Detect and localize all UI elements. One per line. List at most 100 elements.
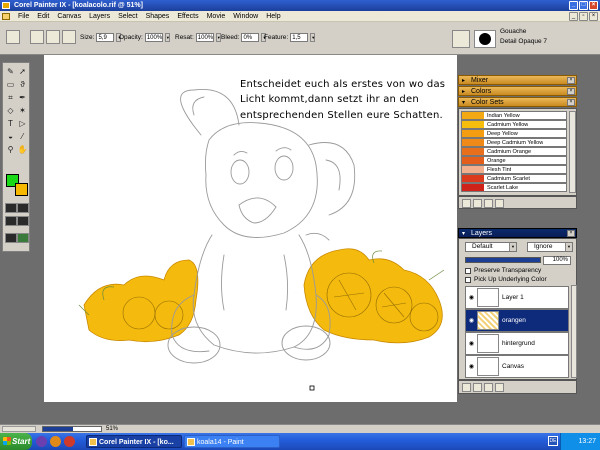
crop-icon[interactable]: ⌗: [5, 92, 16, 103]
layer-row[interactable]: ◉ hintergrund: [465, 332, 569, 355]
depth-mode-select[interactable]: Ignore ▼: [527, 242, 573, 252]
magnifier-icon[interactable]: ⚲: [5, 144, 16, 155]
eye-icon[interactable]: ◉: [466, 317, 477, 324]
opacity-stepper[interactable]: ▼: [164, 33, 170, 42]
paper-selector-icon[interactable]: [5, 203, 17, 213]
color-sets-scrollbar[interactable]: [569, 111, 576, 193]
document-icon[interactable]: [2, 13, 10, 20]
brush-dab-icon[interactable]: [474, 30, 496, 48]
bleed-input[interactable]: 0%: [241, 33, 260, 42]
color-set-item[interactable]: Indian Yellow: [461, 111, 567, 120]
secondary-color-swatch[interactable]: [15, 183, 28, 196]
doc-close-button[interactable]: ×: [589, 12, 598, 21]
firefox-icon[interactable]: [50, 436, 61, 447]
menu-movie[interactable]: Movie: [203, 13, 230, 20]
text-icon[interactable]: T: [5, 118, 16, 129]
mixer-close-icon[interactable]: ×: [567, 77, 575, 84]
nozzle-selector-icon[interactable]: [5, 233, 17, 243]
doc-minimize-button[interactable]: _: [569, 12, 578, 21]
menu-shapes[interactable]: Shapes: [142, 13, 174, 20]
pattern-selector-icon[interactable]: [5, 216, 17, 226]
resat-input[interactable]: 100%: [195, 33, 214, 42]
feature-stepper[interactable]: ▼: [310, 33, 316, 42]
magic-wand-icon[interactable]: ✶: [17, 105, 28, 116]
color-set-item[interactable]: Deep Cadmium Yellow: [461, 138, 567, 147]
menu-file[interactable]: File: [14, 13, 33, 20]
menu-effects[interactable]: Effects: [173, 13, 202, 20]
color-set-item[interactable]: Orange: [461, 156, 567, 165]
task-painter[interactable]: Corel Painter IX - [ko...: [86, 435, 182, 448]
feature-input[interactable]: 1,5: [290, 33, 309, 42]
maximize-button[interactable]: □: [579, 1, 588, 10]
layers-scrollbar[interactable]: [571, 285, 577, 378]
lasso-icon[interactable]: ϑ: [17, 79, 28, 90]
eye-icon[interactable]: ◉: [466, 340, 477, 347]
shape-select-icon[interactable]: ▷: [17, 118, 28, 129]
paint-bucket-icon[interactable]: ◒: [5, 131, 16, 142]
layer-opacity-value[interactable]: 100%: [543, 256, 571, 265]
color-set-item[interactable]: Deep Yellow: [461, 129, 567, 138]
color-set-item[interactable]: Flesh Tint: [461, 165, 567, 174]
language-indicator[interactable]: DE: [548, 436, 558, 446]
brush-tool-icon[interactable]: [6, 30, 20, 44]
menu-canvas[interactable]: Canvas: [53, 13, 85, 20]
brush-category-icon[interactable]: [452, 30, 470, 48]
rectangle-select-icon[interactable]: ▭: [5, 79, 16, 90]
delete-color-icon[interactable]: [495, 199, 504, 208]
menu-select[interactable]: Select: [114, 13, 141, 20]
task-paint[interactable]: koala14 - Paint: [184, 435, 280, 448]
color-sets-close-icon[interactable]: ×: [567, 99, 575, 106]
weaving-selector-icon[interactable]: [17, 216, 29, 226]
color-set-item[interactable]: Cadmium Scarlet: [461, 174, 567, 183]
layer-adjuster-icon[interactable]: ➚: [17, 66, 28, 77]
menu-help[interactable]: Help: [262, 13, 284, 20]
pen-icon[interactable]: ✒: [17, 92, 28, 103]
eyedropper-icon[interactable]: ⁄: [17, 131, 28, 142]
menu-window[interactable]: Window: [229, 13, 262, 20]
brush-icon[interactable]: ✎: [5, 66, 16, 77]
straight-line-icon[interactable]: [46, 30, 60, 44]
color-sets-panel-header[interactable]: ▾ Color Sets ×: [458, 97, 577, 107]
layer-commands-icon[interactable]: [473, 383, 482, 392]
look-selector-icon[interactable]: [17, 233, 29, 243]
dynamic-plugins-icon[interactable]: [462, 383, 471, 392]
pressure-icon[interactable]: [62, 30, 76, 44]
eye-icon[interactable]: ◉: [466, 363, 477, 370]
quicklaunch-icon[interactable]: [64, 436, 75, 447]
search-color-icon[interactable]: [473, 199, 482, 208]
color-set-item[interactable]: Cadmium Yellow: [461, 120, 567, 129]
menu-edit[interactable]: Edit: [33, 13, 53, 20]
minimize-button[interactable]: _: [569, 1, 578, 10]
layer-row[interactable]: ◉ Canvas: [465, 355, 569, 378]
grid-view-icon[interactable]: [462, 199, 471, 208]
drawing-canvas[interactable]: Entscheidet euch als erstes von wo das L…: [44, 55, 457, 402]
layers-panel-header[interactable]: ▾ Layers ×: [458, 228, 577, 238]
shape-icon[interactable]: ◇: [5, 105, 16, 116]
colors-close-icon[interactable]: ×: [567, 88, 575, 95]
layer-opacity-slider[interactable]: [465, 257, 541, 263]
menu-layers[interactable]: Layers: [85, 13, 114, 20]
quicklaunch-icon[interactable]: [36, 436, 47, 447]
colors-panel-header[interactable]: ▸ Colors ×: [458, 86, 577, 96]
zoom-slider[interactable]: [42, 426, 102, 432]
pick-up-color-checkbox[interactable]: Pick Up Underlying Color: [465, 276, 547, 283]
opacity-input[interactable]: 100%: [144, 33, 163, 42]
start-button[interactable]: Start: [0, 433, 32, 450]
add-color-icon[interactable]: [484, 199, 493, 208]
eye-icon[interactable]: ◉: [466, 294, 477, 301]
doc-restore-button[interactable]: ▫: [579, 12, 588, 21]
brush-selector[interactable]: Gouache Detail Opaque 7: [500, 27, 547, 47]
composite-method-select[interactable]: Default ▼: [465, 242, 517, 252]
size-input[interactable]: 5,9: [96, 33, 115, 42]
freehand-stroke-icon[interactable]: [30, 30, 44, 44]
close-button[interactable]: ×: [589, 1, 598, 10]
delete-layer-icon[interactable]: [495, 383, 504, 392]
color-set-item[interactable]: Cadmium Orange: [461, 147, 567, 156]
new-layer-icon[interactable]: [484, 383, 493, 392]
mixer-panel-header[interactable]: ▸ Mixer ×: [458, 75, 577, 85]
preserve-transparency-checkbox[interactable]: Preserve Transparency: [465, 267, 541, 274]
grabber-icon[interactable]: ✋: [17, 144, 28, 155]
layers-close-icon[interactable]: ×: [567, 230, 575, 237]
color-set-item[interactable]: Scarlet Lake: [461, 183, 567, 192]
gradient-selector-icon[interactable]: [17, 203, 29, 213]
